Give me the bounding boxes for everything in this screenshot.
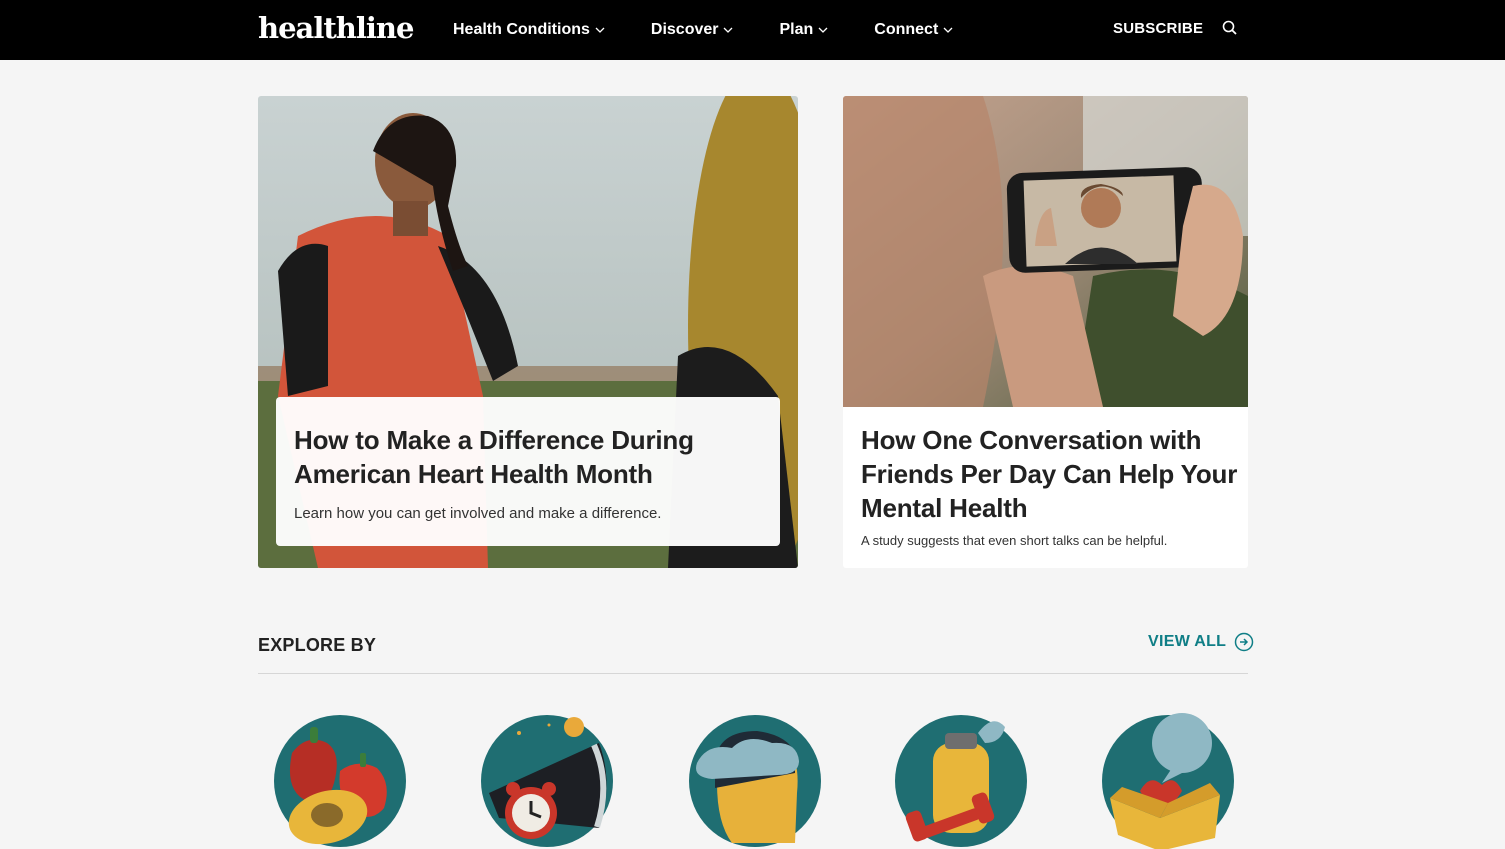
nav-connect[interactable]: Connect xyxy=(874,21,953,39)
search-icon[interactable] xyxy=(1221,19,1239,37)
chevron-down-icon xyxy=(595,27,605,33)
sleep-icon[interactable] xyxy=(479,713,615,849)
explore-by-heading: EXPLORE BY xyxy=(258,635,377,655)
featured-article-description: A study suggests that even short talks c… xyxy=(861,533,1168,548)
main-nav: Health Conditions Discover Plan Connect xyxy=(453,0,999,60)
chevron-down-icon xyxy=(943,27,953,33)
featured-article-text-box: How to Make a Difference During American… xyxy=(276,397,780,546)
healthline-logo[interactable]: healthline xyxy=(258,11,414,45)
view-all-link[interactable]: VIEW ALL xyxy=(1148,632,1254,652)
featured-article-card[interactable]: How One Conversation with Friends Per Da… xyxy=(843,96,1248,568)
featured-article-card[interactable]: How to Make a Difference During American… xyxy=(258,96,798,568)
nav-plan[interactable]: Plan xyxy=(779,21,828,39)
nav-label: Connect xyxy=(874,21,939,38)
nutrition-icon[interactable] xyxy=(272,713,408,849)
view-all-label: VIEW ALL xyxy=(1148,633,1227,650)
nav-health-conditions[interactable]: Health Conditions xyxy=(453,21,605,39)
mental-health-icon[interactable] xyxy=(687,713,823,849)
relationships-icon[interactable] xyxy=(1100,713,1236,849)
featured-article-title[interactable]: How to Make a Difference During American… xyxy=(294,423,762,491)
featured-article-title[interactable]: How One Conversation with Friends Per Da… xyxy=(861,423,1241,525)
chevron-down-icon xyxy=(724,27,733,33)
featured-article-description: Learn how you can get involved and make … xyxy=(294,505,662,522)
nav-discover[interactable]: Discover xyxy=(651,21,734,39)
arrow-right-circle-icon xyxy=(1235,632,1254,652)
video-call-photo xyxy=(843,96,1248,407)
nav-label: Health Conditions xyxy=(453,21,590,38)
fitness-icon[interactable] xyxy=(893,713,1029,849)
top-navigation-bar: healthline Health Conditions Discover Pl… xyxy=(0,0,1505,60)
section-divider xyxy=(258,673,1248,674)
featured-article-text: How One Conversation with Friends Per Da… xyxy=(861,423,1241,548)
chevron-down-icon xyxy=(818,27,828,33)
nav-label: Discover xyxy=(650,21,719,38)
subscribe-button[interactable]: SUBSCRIBE xyxy=(1113,20,1203,37)
nav-label: Plan xyxy=(779,21,814,38)
